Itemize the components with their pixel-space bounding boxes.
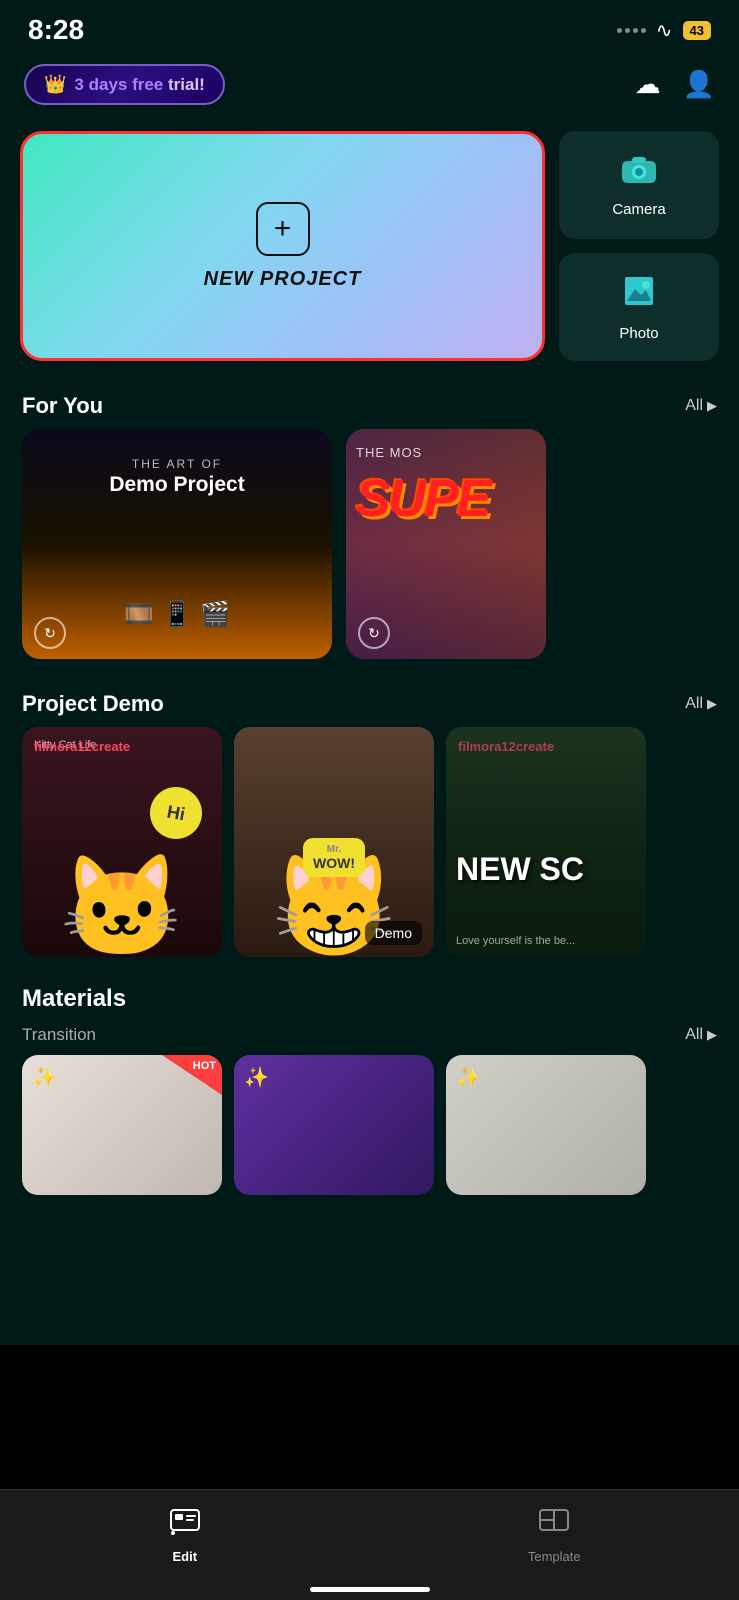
- phone-icon: 📱: [162, 600, 192, 629]
- cat-1-emoji: 🐱: [60, 857, 185, 957]
- top-cards-row: + NEW PROJECT Camera: [0, 119, 739, 381]
- wow-bubble: Mr. WOW!: [303, 838, 365, 877]
- for-you-section-header: For You All ▶: [0, 381, 739, 429]
- transition-card-2[interactable]: ✨: [234, 1055, 434, 1195]
- replay-icon: ↻: [44, 625, 56, 642]
- for-you-all-button[interactable]: All ▶: [685, 397, 717, 415]
- chevron-right-icon-3: ▶: [707, 1027, 717, 1043]
- photo-label: Photo: [619, 325, 658, 342]
- transition-card-3[interactable]: ✨: [446, 1055, 646, 1195]
- signal-dot-3: [633, 28, 638, 33]
- new-sc-text: NEW SC: [456, 851, 584, 888]
- new-project-label: NEW PROJECT: [204, 268, 362, 291]
- battery-badge: 43: [683, 21, 711, 40]
- profile-icon[interactable]: 👤: [683, 69, 715, 100]
- status-icons: ∿ 43: [617, 18, 711, 43]
- template-nav-icon: [538, 1508, 570, 1543]
- side-cards: Camera Photo: [559, 131, 719, 361]
- main-content: + NEW PROJECT Camera: [0, 119, 739, 1345]
- tc-icon-2: ✨: [244, 1065, 269, 1090]
- demo-card-2[interactable]: 😸 Mr. WOW! Demo: [234, 727, 434, 957]
- camera-button[interactable]: Camera: [559, 131, 719, 239]
- materials-header: Materials: [0, 977, 739, 1017]
- header-actions: ☁ 👤: [635, 69, 715, 100]
- hot-badge-text: HOT: [193, 1060, 216, 1072]
- trial-badge[interactable]: 👑 3 days free trial!: [24, 64, 225, 105]
- demo-card-3[interactable]: filmora12create NEW SC Love yourself is …: [446, 727, 646, 957]
- love-text: Love yourself is the be...: [456, 935, 575, 947]
- nav-template[interactable]: Template: [370, 1502, 739, 1570]
- trial-free-text: 3 days free trial!: [74, 75, 204, 95]
- wifi-icon: ∿: [656, 18, 673, 43]
- crown-icon: 👑: [44, 74, 66, 95]
- signal-dots: [617, 28, 646, 33]
- photo-button[interactable]: Photo: [559, 253, 719, 361]
- chevron-right-icon: ▶: [707, 398, 717, 414]
- demo-card-1[interactable]: Kitty Cat Life filmora12create 🐱 Hi: [22, 727, 222, 957]
- for-you-card-1[interactable]: THE ART OF Demo Project 🎞️ 📱 🎬 ↻: [22, 429, 332, 659]
- tc-icon-3: ✨: [456, 1065, 481, 1090]
- cloud-icon[interactable]: ☁: [635, 69, 661, 100]
- header-row: 👑 3 days free trial! ☁ 👤: [0, 54, 739, 119]
- status-bar: 8:28 ∿ 43: [0, 0, 739, 54]
- photo-icon: [621, 273, 657, 317]
- template-nav-label: Template: [528, 1549, 581, 1564]
- chevron-right-icon-2: ▶: [707, 696, 717, 712]
- transition-card-1[interactable]: ✨ HOT: [22, 1055, 222, 1195]
- nav-edit[interactable]: Edit: [0, 1502, 370, 1570]
- new-project-plus-icon: +: [256, 202, 310, 256]
- card-1-replay-button[interactable]: ↻: [34, 617, 66, 649]
- hi-bubble: Hi: [146, 783, 206, 843]
- tc-icon-1: ✨: [32, 1065, 57, 1090]
- transition-all-button[interactable]: All ▶: [685, 1026, 717, 1044]
- card-filmstrip: 🎞️ 📱 🎬: [22, 600, 332, 629]
- materials-title: Materials: [22, 985, 126, 1012]
- camera-icon: [620, 153, 658, 193]
- transition-header: Transition All ▶: [0, 1017, 739, 1055]
- edit-nav-label: Edit: [172, 1549, 197, 1564]
- project-demo-scroll: Kitty Cat Life filmora12create 🐱 Hi 😸 Mr…: [0, 727, 739, 977]
- card-most-text: THE MOS: [356, 445, 422, 460]
- demo-label: Demo: [365, 921, 422, 945]
- card-art-of-text: THE ART OF: [22, 457, 332, 471]
- edit-nav-icon: [169, 1508, 201, 1543]
- new-project-button[interactable]: + NEW PROJECT: [20, 131, 545, 361]
- camera-label: Camera: [612, 201, 665, 218]
- project-demo-section-header: Project Demo All ▶: [0, 679, 739, 727]
- signal-dot-1: [617, 28, 622, 33]
- card-2-replay-button[interactable]: ↻: [358, 617, 390, 649]
- bottom-nav: Edit Template: [0, 1489, 739, 1600]
- transition-scroll: ✨ HOT ✨ ✨: [0, 1055, 739, 1225]
- project-demo-all-button[interactable]: All ▶: [685, 695, 717, 713]
- replay-icon-2: ↻: [368, 625, 380, 642]
- transition-label: Transition: [22, 1025, 96, 1045]
- for-you-title: For You: [22, 393, 103, 419]
- for-you-scroll: THE ART OF Demo Project 🎞️ 📱 🎬 ↻ THE MOS…: [0, 429, 739, 679]
- signal-dot-2: [625, 28, 630, 33]
- card-super-text: SUPE: [356, 469, 490, 529]
- clapper-icon: 🎬: [200, 600, 230, 629]
- home-indicator: [310, 1587, 430, 1592]
- project-demo-title: Project Demo: [22, 691, 164, 717]
- status-time: 8:28: [28, 14, 84, 46]
- filmora-tag-1: filmora12create: [34, 739, 130, 754]
- card-demo-title: Demo Project: [22, 473, 332, 497]
- signal-dot-4: [641, 28, 646, 33]
- for-you-card-2[interactable]: THE MOS SUPE ↻: [346, 429, 546, 659]
- film-reel-icon: 🎞️: [124, 600, 154, 629]
